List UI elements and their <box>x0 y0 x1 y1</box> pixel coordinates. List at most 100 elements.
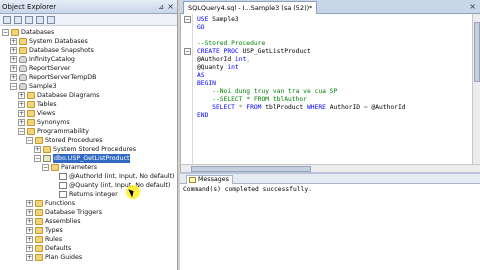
database-icon <box>19 83 27 90</box>
code-token: @AuthorId <box>197 56 235 63</box>
tree-node-label: Database Triggers <box>45 209 103 216</box>
code-token: tblProduct <box>265 104 307 111</box>
code-line[interactable]: USE Sample3 <box>197 16 239 24</box>
code-token: @AuthorId <box>371 104 406 111</box>
database-icon <box>19 74 27 81</box>
expand-icon[interactable]: + <box>18 110 25 117</box>
expand-icon[interactable]: + <box>26 254 33 261</box>
expand-icon[interactable]: + <box>26 227 33 234</box>
fold-icon[interactable]: − <box>184 16 191 23</box>
tree-node-label: Rules <box>45 236 62 243</box>
code-line[interactable]: --Noi dung truy van tra ve cua SP <box>197 88 337 96</box>
code-token: --Noi dung truy van tra ve cua SP <box>197 88 338 95</box>
tree-node-label: Views <box>37 110 56 117</box>
code-line[interactable]: @AuthorId int, <box>197 56 250 64</box>
folder-icon <box>27 110 35 117</box>
collapse-icon[interactable]: − <box>10 83 17 90</box>
code-line[interactable]: AS <box>197 72 205 80</box>
editor-horizontal-scrollbar[interactable] <box>181 164 480 172</box>
query-editor[interactable]: − − USE Sample3 GO --Stored Procedure CREATE… <box>180 14 480 172</box>
editor-vertical-scrollbar[interactable] <box>472 14 480 164</box>
results-tab-strip: Messages <box>180 174 480 184</box>
database-icon <box>19 65 27 72</box>
code-line[interactable]: SELECT * FROM tblProduct WHERE AuthorID … <box>197 104 406 112</box>
code-line[interactable]: @Quanty int <box>197 64 239 72</box>
tree-node-label: ReportServerTempDB <box>29 74 97 81</box>
folder-icon <box>35 245 43 252</box>
folder-icon <box>27 92 35 99</box>
folder-icon <box>19 47 27 54</box>
scroll-thumb[interactable] <box>474 22 480 82</box>
folder-icon <box>27 101 35 108</box>
folder-icon <box>27 119 35 126</box>
tree-node-label: Programmability <box>37 128 90 135</box>
expand-icon[interactable]: + <box>10 38 17 45</box>
code-token: int <box>234 56 247 63</box>
code-line[interactable]: END <box>197 112 208 120</box>
code-line[interactable]: GO <box>197 24 205 32</box>
expand-icon[interactable]: + <box>18 119 25 126</box>
expand-icon[interactable]: + <box>26 200 33 207</box>
tree-node-label: Databases <box>21 29 55 36</box>
filter-icon[interactable] <box>36 16 44 24</box>
refresh-icon[interactable] <box>47 16 55 24</box>
collapse-icon[interactable]: − <box>26 137 33 144</box>
code-line[interactable]: --Stored Procedure <box>197 40 265 48</box>
expand-icon[interactable]: + <box>18 92 25 99</box>
expand-icon[interactable]: + <box>26 209 33 216</box>
close-tab-icon[interactable]: × <box>469 2 476 11</box>
code-line[interactable]: BEGIN <box>197 80 216 88</box>
collapse-icon[interactable]: − <box>34 155 41 162</box>
code-token: , <box>246 56 251 63</box>
folder-icon <box>35 236 43 243</box>
code-token: int <box>227 64 239 71</box>
code-token: Sample3 <box>212 16 239 23</box>
tree-node-label: Plan Guides <box>45 254 83 261</box>
folder-icon <box>43 146 51 153</box>
query-tab[interactable]: SQLQuery4.sql - I...Sample3 (sa (52))* <box>183 1 318 14</box>
expand-icon[interactable]: + <box>34 146 41 153</box>
disconnect-icon[interactable] <box>14 16 22 24</box>
pin-icon[interactable]: ⊿ <box>158 3 164 11</box>
messages-icon <box>189 177 196 183</box>
expand-icon[interactable]: + <box>10 74 17 81</box>
tree-node-label: Sample3 <box>29 83 57 90</box>
expand-icon[interactable]: + <box>26 245 33 252</box>
expand-icon[interactable]: + <box>26 236 33 243</box>
tree-node-label: dbo.USP_GetListProduct <box>53 154 131 163</box>
fold-icon[interactable]: − <box>184 48 191 55</box>
tree-node-label: Returns integer <box>69 191 118 198</box>
code-line[interactable]: CREATE PROC USP_GetListProduct <box>197 48 311 56</box>
collapse-icon[interactable]: − <box>2 29 9 36</box>
code-token: WHERE <box>306 104 330 111</box>
messages-pane: Command(s) completed successfully. <box>180 184 480 270</box>
stop-icon[interactable] <box>25 16 33 24</box>
expand-icon[interactable]: + <box>26 218 33 225</box>
collapse-icon[interactable]: − <box>18 128 25 135</box>
close-icon[interactable]: × <box>167 2 174 11</box>
tree-node-label: Defaults <box>45 245 72 252</box>
expand-icon[interactable]: + <box>10 47 17 54</box>
expand-icon[interactable]: + <box>10 56 17 63</box>
parameter-icon <box>59 182 67 189</box>
code-line[interactable]: --SELECT * FROM tblAuthor <box>197 96 307 104</box>
code-token: @Quanty <box>197 64 228 71</box>
tree-node-label: InfinityCatalog <box>29 56 75 63</box>
expand-icon[interactable]: + <box>10 65 17 72</box>
folder-icon <box>27 128 35 135</box>
database-icon <box>19 56 27 63</box>
messages-tab-label: Messages <box>198 176 229 183</box>
parameter-icon <box>59 173 67 180</box>
expand-icon[interactable]: + <box>18 101 25 108</box>
code-token: --Stored Procedure <box>197 40 266 47</box>
messages-tab[interactable]: Messages <box>186 175 233 184</box>
collapse-icon[interactable]: − <box>42 164 49 171</box>
tree-node-label: Stored Procedures <box>45 137 103 144</box>
folder-icon <box>35 200 43 207</box>
folder-icon <box>35 227 43 234</box>
connect-icon[interactable] <box>3 16 11 24</box>
document-tab-strip: SQLQuery4.sql - I...Sample3 (sa (52))* × <box>180 0 480 14</box>
object-explorer-toolbar <box>0 14 177 26</box>
folder-icon <box>35 218 43 225</box>
tree-node-label: Types <box>45 227 63 234</box>
